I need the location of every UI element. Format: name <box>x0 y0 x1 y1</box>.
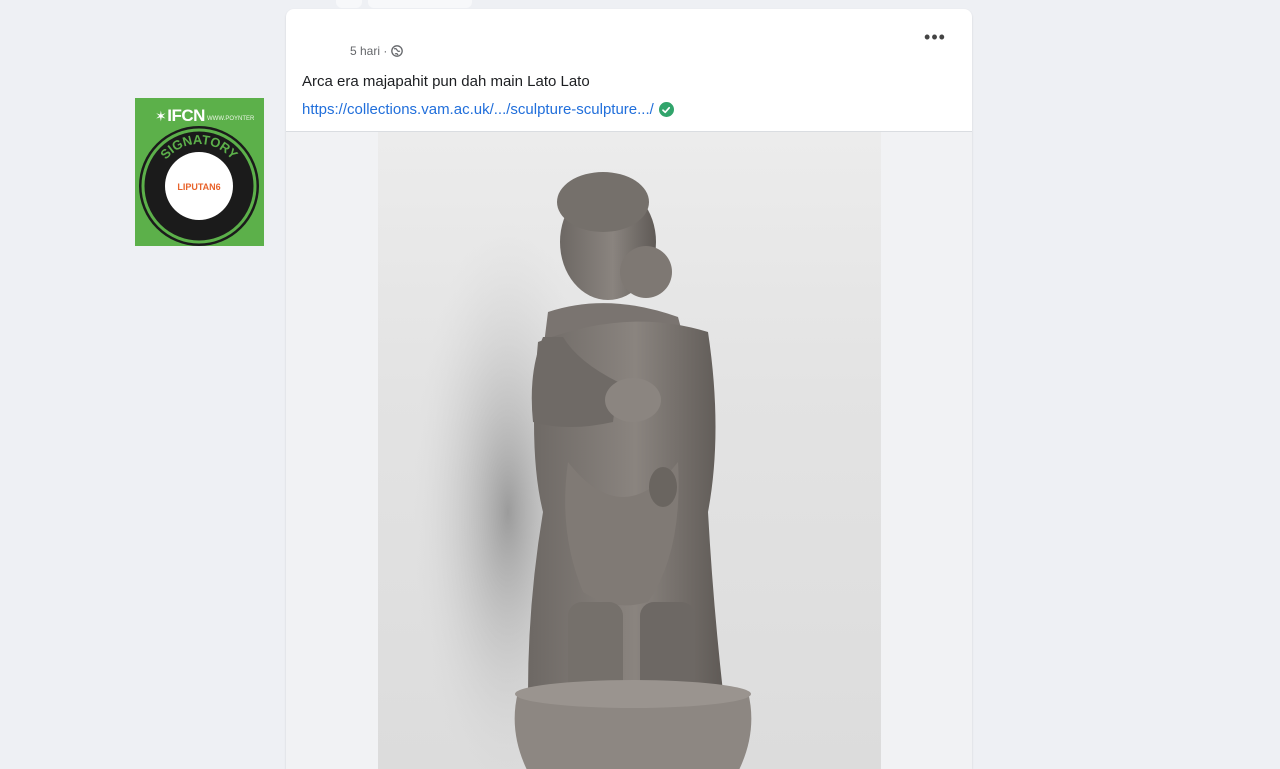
ifcn-logo: ✶IFCN <box>155 106 205 126</box>
globe-icon <box>391 45 404 57</box>
signatory-seal: SIGNATORY LIPUTAN6 <box>139 126 259 246</box>
post-time[interactable]: 5 hari · <box>350 44 387 58</box>
post-media[interactable] <box>286 132 972 769</box>
star-icon: ✶ <box>155 108 167 124</box>
post-caption: Arca era majapahit pun dah main Lato Lat… <box>302 73 590 90</box>
more-options-button[interactable]: ••• <box>920 27 950 51</box>
ifcn-logo-text: IFCN <box>167 106 205 125</box>
stone-statue-image <box>413 172 752 769</box>
top-tab-ghost <box>368 0 472 8</box>
more-icon: ••• <box>924 27 946 47</box>
post-meta: 5 hari · <box>350 44 404 58</box>
post-card: 5 hari · ••• Arca era majapahit pun dah … <box>286 9 972 769</box>
statue-photo[interactable] <box>378 132 881 769</box>
post-link-row: https://collections.vam.ac.uk/.../sculpt… <box>302 101 674 118</box>
top-tab-ghost <box>336 0 362 8</box>
badge-small-text: WWW.POYNTER <box>207 116 255 122</box>
post-link[interactable]: https://collections.vam.ac.uk/.../sculpt… <box>302 101 654 118</box>
ifcn-signatory-badge: ✶IFCN WWW.POYNTER SIGNATORY LIPUTAN6 <box>135 98 264 246</box>
liputan6-logo-text: LIPUTAN6 <box>177 182 220 192</box>
post-header: 5 hari · ••• Arca era majapahit pun dah … <box>286 9 972 131</box>
check-circle-icon <box>658 102 674 117</box>
